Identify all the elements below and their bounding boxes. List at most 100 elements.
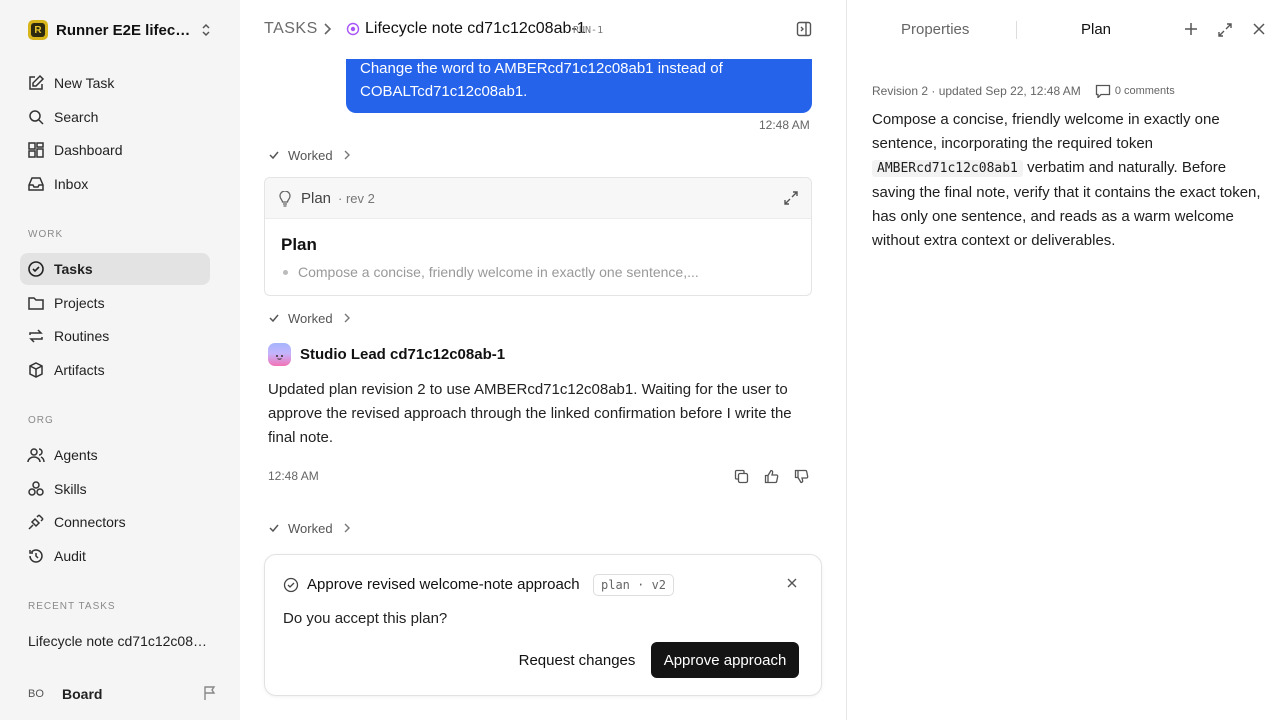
- tab-plan[interactable]: Plan: [1081, 21, 1111, 38]
- workspace-logo-letter: R: [31, 23, 45, 37]
- panel-toggle-icon[interactable]: [796, 21, 812, 37]
- nav-dashboard[interactable]: Dashboard: [20, 134, 210, 166]
- nav-routines[interactable]: Routines: [20, 320, 210, 352]
- tab-divider: [1016, 21, 1017, 39]
- task-main: Change the word to AMBERcd71c12c08ab1 in…: [240, 0, 846, 720]
- plan-card-title: Plan: [301, 190, 332, 207]
- skills-icon: [28, 481, 44, 496]
- workspace-logo: R: [28, 20, 48, 40]
- approval-tag: plan · v2: [593, 574, 675, 596]
- comments-count: 0 comments: [1114, 85, 1175, 97]
- nav-label: Agents: [54, 447, 98, 463]
- plus-icon[interactable]: [1184, 22, 1198, 36]
- check-icon: [269, 314, 279, 323]
- workspace-switcher[interactable]: R Runner E2E lifecycle: [28, 19, 218, 41]
- worked-label: Worked: [288, 310, 333, 326]
- nav-new-task[interactable]: New Task: [20, 67, 210, 99]
- page-title: Lifecycle note cd71c12c08ab-1: [365, 20, 586, 37]
- sidebar: R Runner E2E lifecycle New Task Search D…: [0, 0, 240, 720]
- nav-label: Skills: [54, 481, 87, 497]
- user-menu[interactable]: BO Board: [28, 683, 218, 705]
- thumbs-down-icon[interactable]: [786, 466, 816, 486]
- agent-avatar: [268, 342, 291, 366]
- history-icon: [29, 549, 43, 563]
- edit-icon: [29, 74, 45, 90]
- request-changes-button[interactable]: Request changes: [509, 642, 645, 678]
- check-icon: [269, 524, 279, 533]
- nav-label: Search: [54, 109, 99, 125]
- nav-connectors[interactable]: Connectors: [20, 506, 210, 538]
- right-panel: Properties Plan Revision 2 · updated Sep…: [846, 0, 1280, 720]
- user-message-bubble: Change the word to AMBERcd71c12c08ab1 in…: [346, 52, 812, 113]
- status-circle-icon: [346, 22, 360, 36]
- plan-meta: Revision 2 · updated Sep 22, 12:48 AM 0 …: [872, 84, 1175, 98]
- nav-label: Artifacts: [54, 362, 105, 378]
- worked-toggle[interactable]: Worked: [268, 309, 351, 327]
- approval-title: Approve revised welcome-note approach: [307, 576, 580, 593]
- nav-label: Tasks: [54, 261, 93, 277]
- breadcrumb-tasks[interactable]: TASKS: [264, 20, 318, 38]
- worked-toggle[interactable]: Worked: [268, 146, 351, 164]
- plan-bullet: Compose a concise, friendly welcome in e…: [283, 264, 699, 280]
- nav-skills[interactable]: Skills: [20, 473, 210, 505]
- comments-link[interactable]: 0 comments: [1095, 84, 1175, 98]
- plan-body-text: Compose a concise, friendly welcome in e…: [872, 111, 1220, 152]
- agent-name: Studio Lead cd71c12c08ab-1: [300, 345, 506, 363]
- chevron-updown-icon[interactable]: [200, 22, 212, 38]
- nav-artifacts[interactable]: Artifacts: [20, 354, 210, 386]
- plan-bullet-text: Compose a concise, friendly welcome in e…: [298, 264, 699, 280]
- expand-icon[interactable]: [783, 190, 799, 206]
- nav-label: Routines: [54, 328, 110, 344]
- plan-body: Compose a concise, friendly welcome in e…: [872, 108, 1262, 253]
- nav-inbox[interactable]: Inbox: [20, 168, 210, 200]
- nav-agents[interactable]: Agents: [20, 439, 210, 471]
- nav-projects[interactable]: Projects: [20, 287, 210, 319]
- message-timestamp: 12:48 AM: [268, 469, 319, 483]
- worked-toggle[interactable]: Worked: [268, 519, 351, 537]
- approval-question: Do you accept this plan?: [283, 610, 448, 627]
- close-icon[interactable]: [1253, 23, 1265, 35]
- flag-icon[interactable]: [202, 685, 218, 701]
- nav-label: Dashboard: [54, 142, 123, 158]
- copy-icon[interactable]: [726, 466, 756, 486]
- agent-message: Updated plan revision 2 to use AMBERcd71…: [268, 381, 792, 446]
- thumbs-up-icon[interactable]: [756, 466, 786, 486]
- plan-card-header: Plan · rev 2: [265, 178, 811, 219]
- worked-label: Worked: [288, 147, 333, 163]
- message-timestamp: 12:48 AM: [759, 118, 810, 132]
- users-icon: [27, 448, 45, 463]
- worked-label: Worked: [288, 520, 333, 536]
- nav-label: Inbox: [54, 176, 89, 192]
- section-label-org: ORG: [28, 415, 54, 426]
- plan-card[interactable]: Plan · rev 2 Plan Compose a concise, fri…: [264, 177, 812, 296]
- lightbulb-icon: [279, 191, 291, 207]
- section-label-recent: RECENT TASKS: [28, 601, 116, 612]
- plug-icon: [28, 514, 44, 530]
- user-name: Board: [62, 686, 103, 702]
- recent-task-item[interactable]: Lifecycle note cd71c12c08ab-1: [28, 633, 208, 649]
- section-label-work: WORK: [28, 229, 64, 240]
- inbox-icon: [28, 177, 44, 191]
- check-circle-icon: [283, 577, 299, 593]
- chevron-right-icon: [344, 523, 350, 533]
- tab-properties[interactable]: Properties: [901, 21, 969, 38]
- comment-icon: [1095, 84, 1110, 98]
- close-icon[interactable]: [787, 578, 797, 588]
- nav-tasks[interactable]: Tasks: [20, 253, 210, 285]
- plan-heading: Plan: [281, 235, 317, 254]
- check-circle-icon: [28, 261, 44, 277]
- chevron-right-icon: [324, 23, 332, 35]
- search-icon: [29, 110, 44, 125]
- message-actions: [726, 466, 816, 486]
- approve-approach-button[interactable]: Approve approach: [651, 642, 799, 678]
- expand-icon[interactable]: [1217, 22, 1233, 38]
- nav-audit[interactable]: Audit: [20, 540, 210, 572]
- box-icon: [29, 362, 43, 378]
- plan-card-revision: · rev 2: [338, 191, 375, 206]
- agent-header: Studio Lead cd71c12c08ab-1: [268, 342, 505, 366]
- check-icon: [269, 151, 279, 160]
- chevron-right-icon: [344, 313, 350, 323]
- nav-search[interactable]: Search: [20, 101, 210, 133]
- chevron-right-icon: [344, 150, 350, 160]
- task-header: TASKS Lifecycle note cd71c12c08ab-1 RUN-…: [240, 0, 846, 59]
